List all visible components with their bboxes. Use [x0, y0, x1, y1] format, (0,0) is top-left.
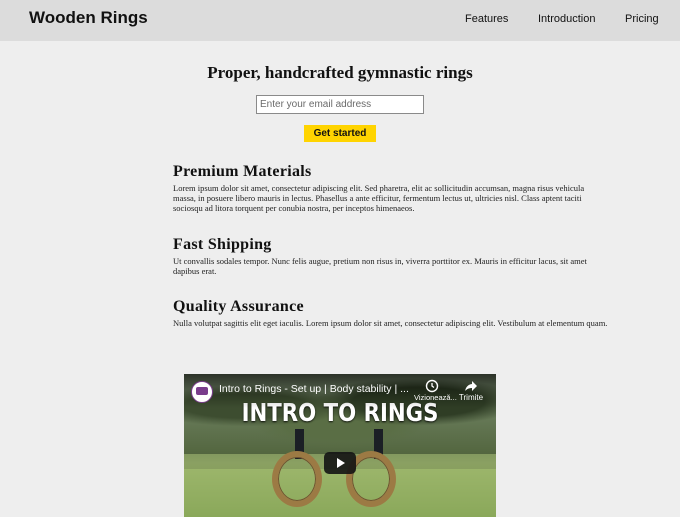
share-label: Trimite	[458, 393, 484, 402]
hero-title: Proper, handcrafted gymnastic rings	[207, 63, 473, 82]
video-player[interactable]: INTRO TO RINGS Intro to Rings - Set up |…	[184, 374, 496, 517]
watch-later-button[interactable]: Vizionează...	[414, 379, 457, 402]
feature-premium-materials: Premium Materials Lorem ipsum dolor sit …	[173, 163, 609, 213]
site-logo[interactable]: Wooden Rings	[29, 8, 148, 28]
nav-link-introduction[interactable]: Introduction	[538, 13, 595, 25]
feature-title: Premium Materials	[173, 163, 312, 180]
video-title[interactable]: Intro to Rings - Set up | Body stability…	[219, 383, 409, 395]
nav-link-pricing[interactable]: Pricing	[625, 13, 659, 25]
video-ground	[184, 469, 496, 517]
feature-text: Nulla volutpat sagittis elit eget iaculi…	[173, 318, 608, 328]
play-icon[interactable]	[324, 452, 356, 474]
gymnastic-ring	[272, 451, 322, 507]
get-started-button[interactable]: Get started	[304, 125, 376, 142]
site-header: Wooden Rings Features Introduction Prici…	[0, 0, 680, 41]
channel-avatar[interactable]	[191, 381, 213, 403]
nav-link-features[interactable]: Features	[465, 13, 508, 25]
feature-text: Lorem ipsum dolor sit amet, consectetur …	[173, 183, 585, 213]
share-arrow-icon	[465, 381, 477, 391]
email-input[interactable]	[256, 95, 424, 114]
feature-title: Fast Shipping	[173, 236, 272, 253]
share-button[interactable]: Trimite	[454, 379, 488, 402]
feature-fast-shipping: Fast Shipping Ut convallis sodales tempo…	[173, 236, 609, 276]
feature-text: Ut convallis sodales tempor. Nunc felis …	[173, 256, 587, 276]
feature-title: Quality Assurance	[173, 298, 304, 315]
feature-quality-assurance: Quality Assurance Nulla volutpat sagitti…	[173, 298, 609, 328]
watch-later-label: Vizionează...	[414, 393, 457, 402]
clock-icon	[425, 379, 439, 393]
